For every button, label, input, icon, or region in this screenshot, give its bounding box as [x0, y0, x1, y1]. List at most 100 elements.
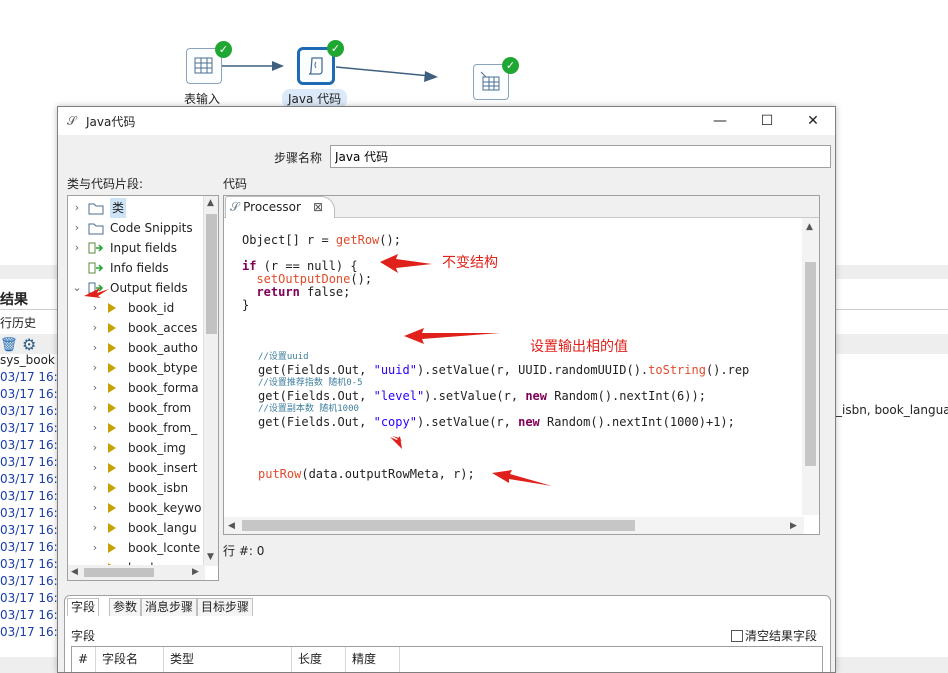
tree-item-label: book_btype	[128, 361, 198, 375]
chevron-right-icon[interactable]: ›	[90, 418, 100, 438]
tree-item[interactable]: › book_from	[68, 398, 204, 418]
tree-item[interactable]: › Code Snippits	[68, 218, 204, 238]
close-tab-icon[interactable]: ⊠	[313, 197, 323, 217]
grid-header-length: 长度	[292, 647, 346, 672]
code-line: get(Fields.Out, "copy").setValue(r, new …	[258, 415, 735, 429]
code-line: Object[] r = getRow();	[242, 233, 401, 247]
row-count: 行 #: 0	[223, 544, 265, 558]
scroll-thumb[interactable]	[242, 520, 635, 531]
tree-horizontal-scrollbar[interactable]: ◀ ▶	[68, 565, 205, 580]
scroll-thumb[interactable]	[206, 214, 217, 334]
editor-vertical-scrollbar[interactable]: ▲	[802, 218, 819, 515]
tree-item[interactable]: › book_from_	[68, 418, 204, 438]
scroll-down-icon[interactable]: ▼	[207, 552, 214, 562]
log-line: 03/17 16:4	[0, 540, 66, 554]
editor-horizontal-scrollbar[interactable]: ◀ ▶	[224, 517, 804, 534]
log-line: 03/17 16:4	[0, 574, 66, 588]
code-line: putRow(data.outputRowMeta, r);	[258, 467, 475, 481]
chevron-right-icon[interactable]: ›	[90, 398, 100, 418]
code-editor[interactable]: 𝒮 Processor ⊠ Object[] r = getRow(); if …	[223, 195, 820, 535]
tree-item[interactable]: › book_img	[68, 438, 204, 458]
log-line: 03/17 16:4	[0, 608, 66, 622]
tree-item[interactable]: › book_lconte	[68, 538, 204, 558]
tab-target-steps[interactable]: 目标步骤	[197, 598, 254, 616]
clear-result-fields-checkbox[interactable]: 清空结果字段	[731, 627, 817, 644]
chevron-right-icon[interactable]: ›	[90, 298, 100, 318]
tree-item[interactable]: › book_isbn	[68, 478, 204, 498]
chevron-right-icon[interactable]: ›	[90, 458, 100, 478]
scroll-up-icon[interactable]: ▲	[806, 222, 813, 232]
tab-exec-history[interactable]: 行历史	[0, 314, 36, 331]
scroll-right-icon[interactable]: ▶	[790, 521, 797, 531]
gear-icon[interactable]: ⚙	[22, 335, 36, 354]
table-input-icon	[194, 57, 213, 74]
tab-parameters[interactable]: 参数	[109, 598, 142, 616]
tab-info-steps[interactable]: 消息步骤	[141, 598, 198, 616]
chevron-right-icon[interactable]: ›	[90, 438, 100, 458]
delete-icon[interactable]: 🗑	[0, 337, 18, 353]
log-line: 03/17 16:4	[0, 387, 66, 401]
log-line: 03/17 16:4	[0, 421, 66, 435]
chevron-right-icon[interactable]: ›	[90, 378, 100, 398]
fields-grid[interactable]: # 字段名 类型 长度 精度	[71, 646, 823, 672]
tree-item-label: book_from	[128, 401, 192, 415]
fields-label: 字段	[71, 629, 96, 643]
chevron-right-icon[interactable]: ›	[90, 518, 100, 538]
tree-vertical-scrollbar[interactable]: ▲ ▼	[203, 196, 218, 566]
dialog-titlebar: 𝒮 Java代码 — ☐ ✕	[58, 107, 835, 135]
chevron-right-icon[interactable]: ›	[90, 358, 100, 378]
scroll-left-icon[interactable]: ◀	[228, 521, 235, 531]
tree-item[interactable]: › book_acces	[68, 318, 204, 338]
chevron-right-icon[interactable]: ›	[90, 538, 100, 558]
tree-item-label: book_insert	[128, 461, 198, 475]
tree-item[interactable]: › book_forma	[68, 378, 204, 398]
tree-item-label: book_langu	[128, 521, 197, 535]
column-fragment: sys_book	[0, 353, 55, 367]
tree-item-label: book_img	[128, 441, 186, 455]
code-line: }	[242, 298, 250, 312]
results-title: 结果	[0, 292, 28, 308]
chevron-right-icon[interactable]: ›	[90, 338, 100, 358]
chevron-right-icon[interactable]: ›	[72, 218, 82, 238]
maximize-button[interactable]: ☐	[752, 111, 782, 131]
bottom-tab-panel: 字段 参数 消息步骤 目标步骤 字段 清空结果字段 # 字段名 类型 长度 精度	[64, 595, 831, 672]
log-line: 03/17 16:4	[0, 472, 66, 486]
chevron-right-icon[interactable]: ›	[90, 478, 100, 498]
checkbox-icon[interactable]	[731, 630, 743, 642]
scroll-up-icon[interactable]: ▲	[207, 198, 214, 208]
tab-processor-label: Processor	[243, 200, 301, 214]
scroll-thumb[interactable]	[805, 262, 816, 466]
chevron-down-icon[interactable]: ⌄	[72, 278, 82, 298]
tree-item[interactable]: Info fields	[68, 258, 204, 278]
tree-item[interactable]: › book_langu	[68, 518, 204, 538]
log-line: 03/17 16:4	[0, 625, 66, 639]
tab-fields[interactable]: 字段	[67, 598, 100, 616]
tree-item[interactable]: › book_keywo	[68, 498, 204, 518]
step-name-input[interactable]	[330, 145, 831, 168]
code-area[interactable]: Object[] r = getRow(); if (r == null) { …	[224, 218, 804, 515]
tree-item[interactable]: › book_id	[68, 298, 204, 318]
log-line: 03/17 16:4	[0, 591, 66, 605]
chevron-right-icon[interactable]: ›	[72, 238, 82, 258]
tree-item[interactable]: › 类	[68, 198, 204, 218]
log-line: 03/17 16:4	[0, 404, 66, 418]
tree-item[interactable]: ⌄ Output fields	[68, 278, 204, 298]
classes-label: 类与代码片段:	[67, 177, 144, 191]
scroll-right-icon[interactable]: ▶	[192, 567, 199, 577]
chevron-right-icon[interactable]: ›	[72, 198, 82, 218]
tree-item[interactable]: › Input fields	[68, 238, 204, 258]
tree-item[interactable]: › book_autho	[68, 338, 204, 358]
tree-item-label: Output fields	[110, 281, 188, 295]
chevron-right-icon[interactable]: ›	[90, 498, 100, 518]
log-line: 03/17 16:4	[0, 506, 66, 520]
minimize-button[interactable]: —	[705, 111, 735, 131]
tab-processor[interactable]: 𝒮 Processor ⊠	[225, 196, 335, 218]
close-button[interactable]: ✕	[798, 111, 828, 131]
snippet-tree[interactable]: › 类 › Code Snippits › Input fields Info fields…	[67, 195, 219, 581]
scroll-left-icon[interactable]: ◀	[71, 567, 78, 577]
tree-item[interactable]: › book_btype	[68, 358, 204, 378]
tree-item[interactable]: › book_insert	[68, 458, 204, 478]
scroll-thumb[interactable]	[84, 568, 154, 577]
log-line: 03/17 16:4	[0, 455, 66, 469]
chevron-right-icon[interactable]: ›	[90, 318, 100, 338]
